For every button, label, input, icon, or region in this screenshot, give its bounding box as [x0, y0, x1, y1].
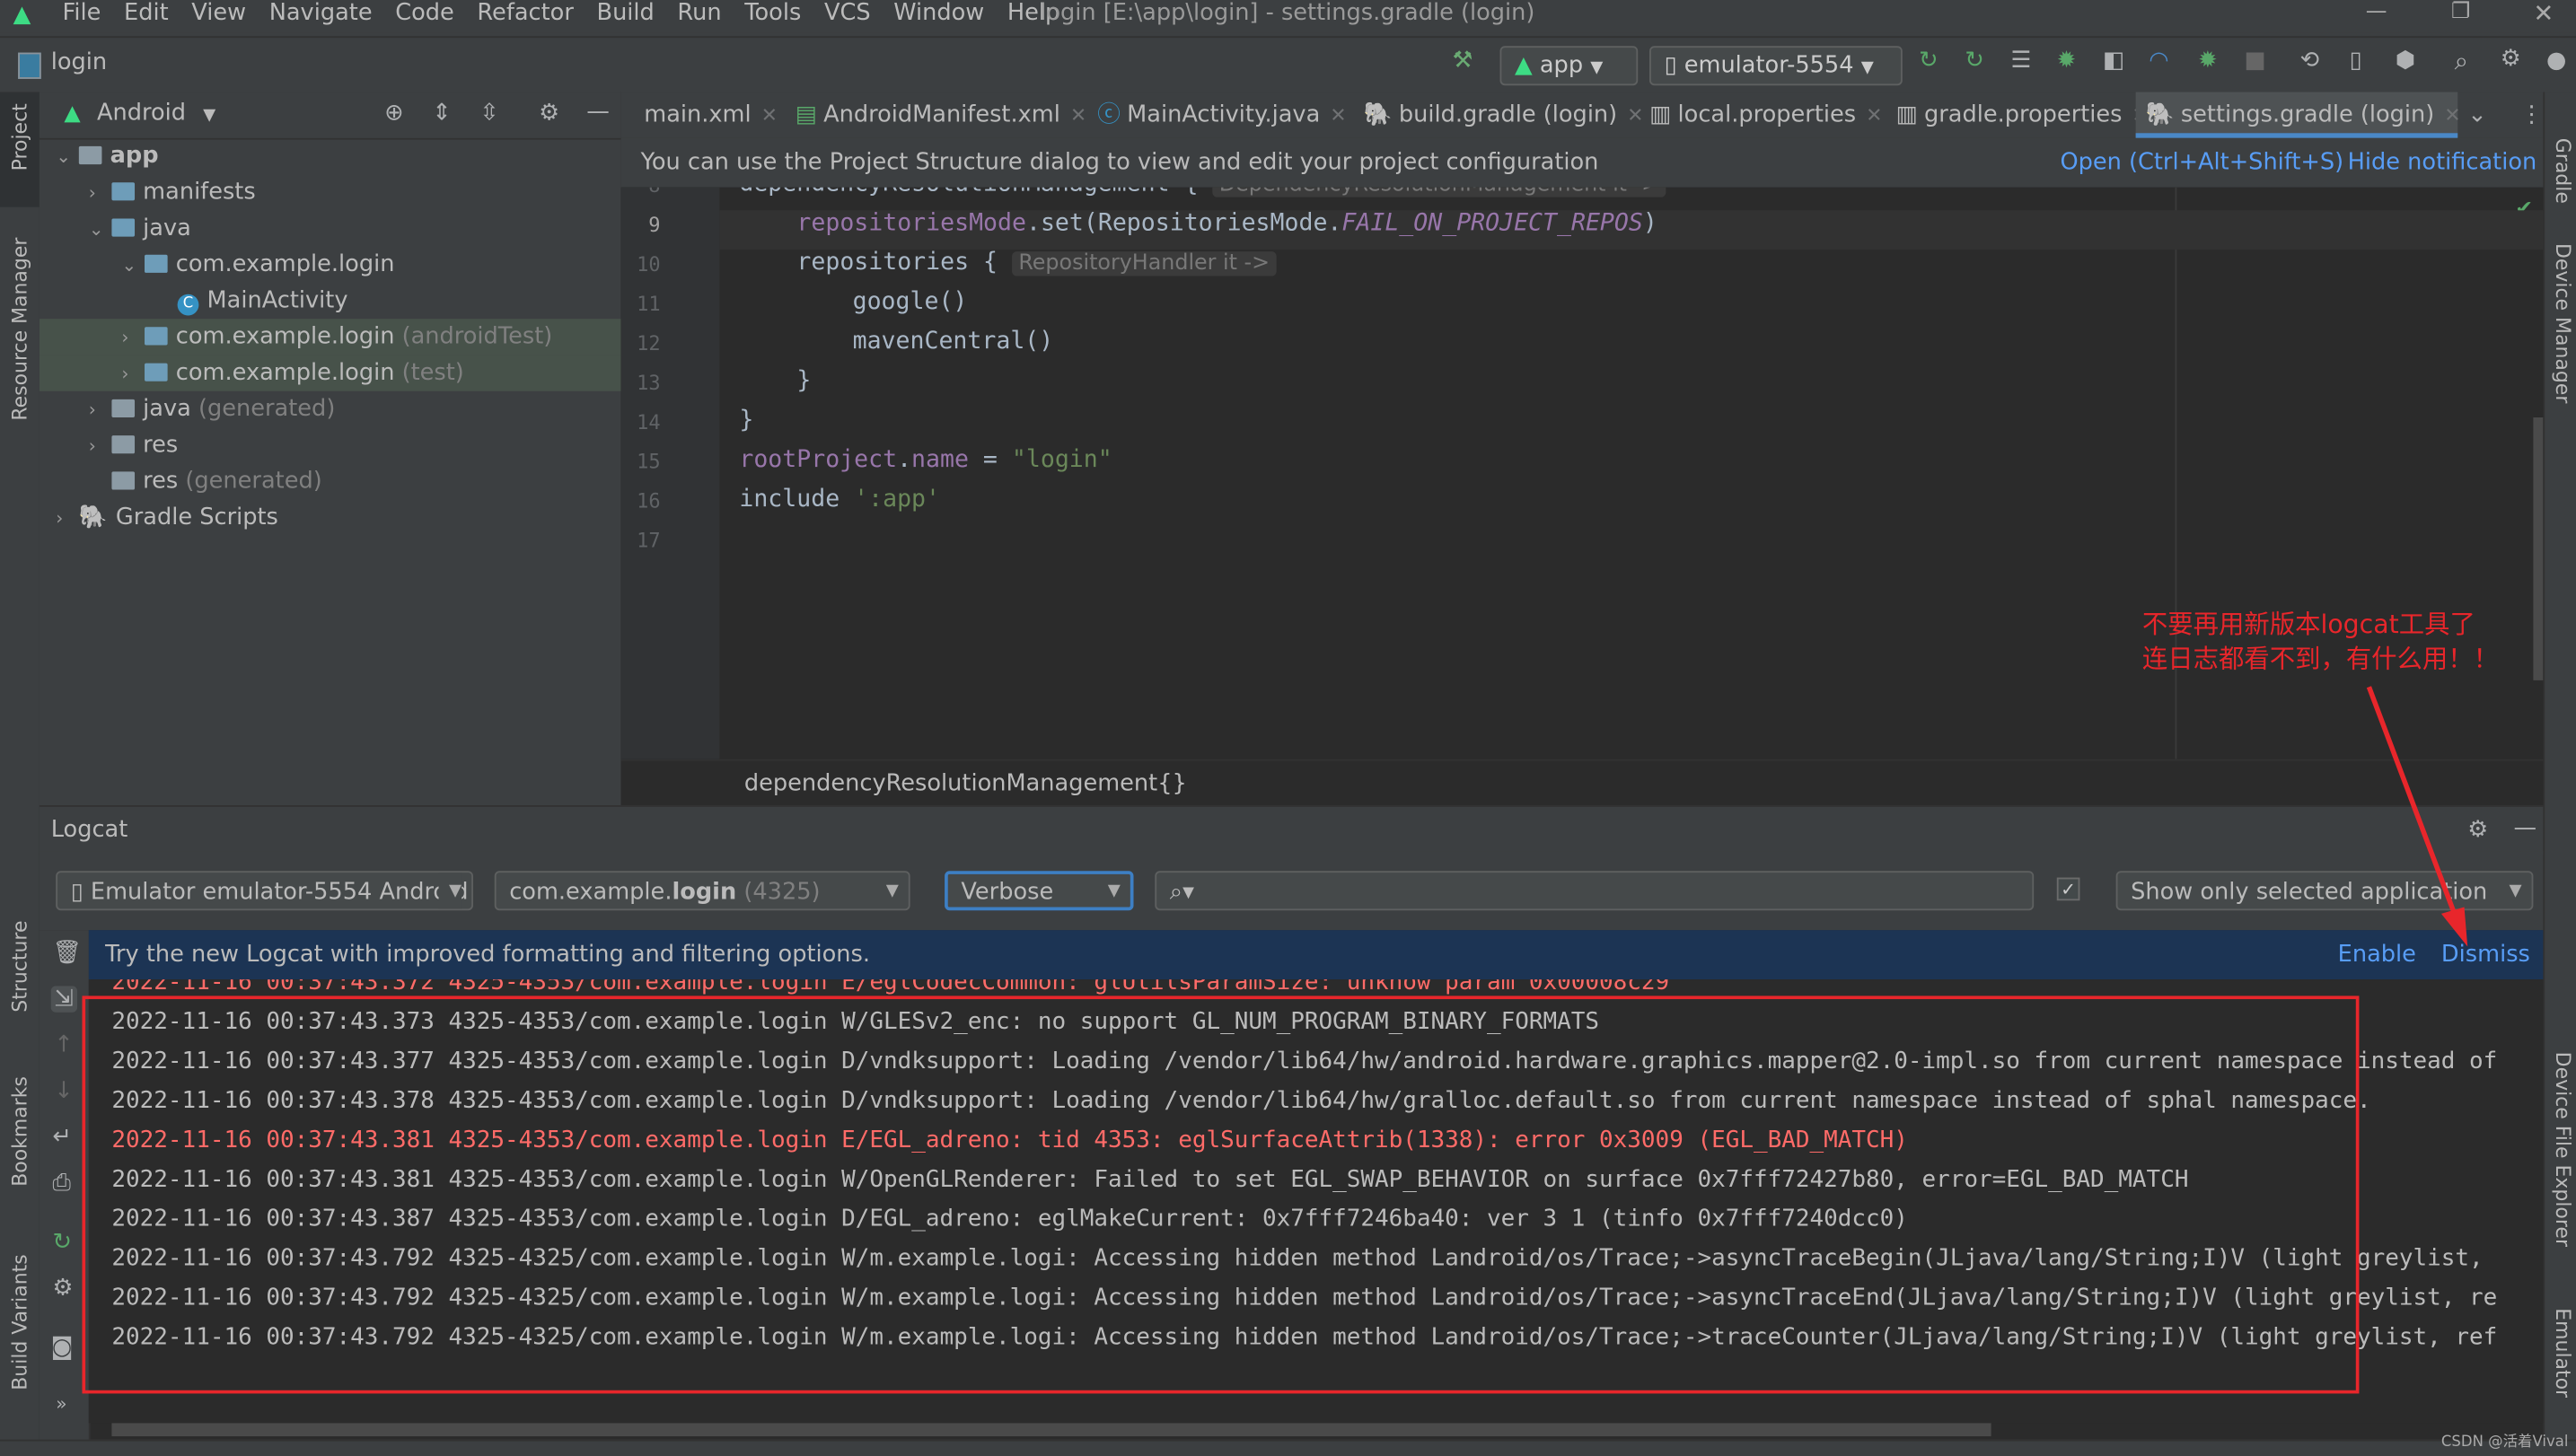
android-studio-window: ▲ File Edit View Navigate Code Refactor Build R…	[0, 0, 2576, 1456]
watermark: CSDN @活着Vival	[2440, 1434, 2569, 1452]
annotation-arrow	[2366, 686, 2468, 947]
